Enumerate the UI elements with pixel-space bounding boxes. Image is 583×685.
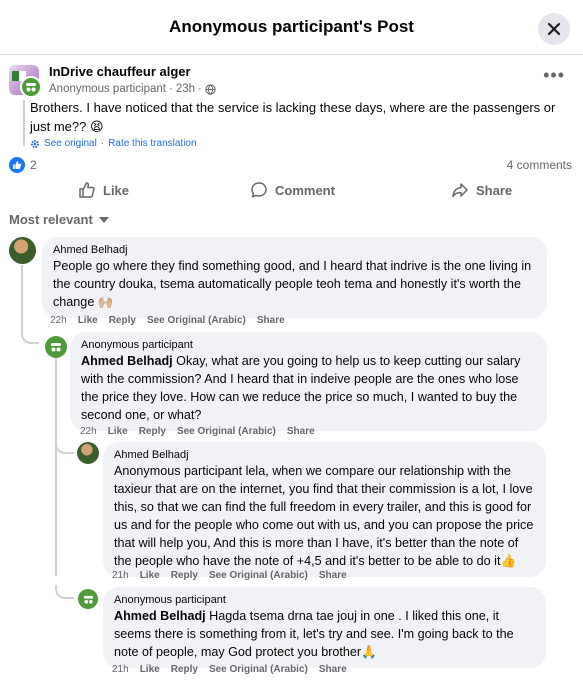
dialog-title: Anonymous participant's Post <box>169 17 414 36</box>
anonymous-avatar-icon <box>45 336 67 358</box>
like-count: 2 <box>30 158 37 172</box>
comment-mention[interactable]: Ahmed Belhadj <box>114 609 206 623</box>
comment-share-button[interactable]: Share <box>257 315 285 326</box>
share-button[interactable]: Share <box>451 179 512 201</box>
post-meta: Anonymous participant · 23h · <box>49 83 216 95</box>
thread-line-nested <box>55 356 57 576</box>
anonymous-avatar-icon <box>78 589 98 609</box>
comment-reply-button[interactable]: Reply <box>139 426 166 437</box>
comment-bubble: Ahmed Belhadj People go where they find … <box>42 237 547 318</box>
comment-see-original-button[interactable]: See Original (Arabic) <box>147 315 246 326</box>
post-time[interactable]: 23h <box>176 83 195 95</box>
comment-like-button[interactable]: Like <box>78 315 98 326</box>
close-icon <box>547 22 561 36</box>
comment-time[interactable]: 22h <box>80 426 97 437</box>
comment-bubble-icon <box>251 182 267 198</box>
comment-reply-button[interactable]: Reply <box>109 315 136 326</box>
comment-see-original-button[interactable]: See Original (Arabic) <box>209 570 308 581</box>
thumbs-up-icon <box>79 182 95 198</box>
translation-row: See original · Rate this translation <box>30 138 197 149</box>
gear-icon <box>31 139 39 148</box>
comment-see-original-button[interactable]: See Original (Arabic) <box>209 664 308 675</box>
comment-text: People go where they find something good… <box>53 259 532 309</box>
comment-actions: 22h Like Reply See Original (Arabic) Sha… <box>50 315 285 326</box>
post-actions-bar: Like Comment Share <box>0 176 583 204</box>
commenter-avatar[interactable] <box>77 442 99 464</box>
comment-bubble: Anonymous participant Ahmed Belhadj Hagd… <box>103 587 546 668</box>
comment-share-button[interactable]: Share <box>319 664 347 675</box>
comment-author[interactable]: Ahmed Belhadj <box>53 243 536 257</box>
commenter-avatar[interactable] <box>9 237 36 264</box>
comment-text: Ahmed Belhadj Hagda tsema drna tae jouj … <box>114 607 535 661</box>
comment-actions: 22h Like Reply See Original (Arabic) Sha… <box>80 426 315 437</box>
comment-like-button[interactable]: Like <box>108 426 128 437</box>
share-arrow-icon <box>452 183 468 198</box>
comment-button-label: Comment <box>275 182 335 198</box>
comment-share-button[interactable]: Share <box>319 570 347 581</box>
thread-connector-nested-2 <box>55 585 74 599</box>
see-original-link[interactable]: See original <box>44 138 97 149</box>
more-options-button[interactable]: ••• <box>543 66 565 84</box>
sort-label: Most relevant <box>9 212 93 227</box>
post-text: Brothers. I have noticed that the servic… <box>30 100 556 134</box>
caret-down-icon <box>98 216 109 223</box>
comment-text: Anonymous participant lela, when we comp… <box>114 464 534 568</box>
meta-separator-2: · <box>198 83 202 95</box>
comment-reply-button[interactable]: Reply <box>171 664 198 675</box>
like-button-label: Like <box>103 182 130 198</box>
comment-bubble: Anonymous participant Ahmed Belhadj Okay… <box>70 332 547 431</box>
group-name-link[interactable]: InDrive chauffeur alger <box>49 64 191 79</box>
comment-button[interactable]: Comment <box>250 179 335 201</box>
comment-author[interactable]: Anonymous participant <box>81 338 536 352</box>
comment-time[interactable]: 22h <box>50 315 67 326</box>
comment-author[interactable]: Anonymous participant <box>114 593 535 607</box>
comment-actions: 21h Like Reply See Original (Arabic) Sha… <box>112 570 347 581</box>
post-author[interactable]: Anonymous participant <box>49 83 166 95</box>
comment-see-original-button[interactable]: See Original (Arabic) <box>177 426 276 437</box>
comment-sort-dropdown[interactable]: Most relevant <box>9 212 109 227</box>
rate-translation-link[interactable]: Rate this translation <box>108 138 196 149</box>
comment-actions: 21h Like Reply See Original (Arabic) Sha… <box>112 664 347 675</box>
comment-share-button[interactable]: Share <box>287 426 315 437</box>
comment-time[interactable]: 21h <box>112 664 129 675</box>
anonymous-avatar-icon <box>20 76 42 98</box>
comment-like-button[interactable]: Like <box>140 664 160 675</box>
more-horizontal-icon: ••• <box>543 65 565 85</box>
thread-line <box>21 265 23 330</box>
comment-text: Ahmed Belhadj Okay, what are you going t… <box>81 352 536 424</box>
share-button-label: Share <box>476 182 513 198</box>
like-reaction-icon <box>9 157 25 173</box>
meta-separator: · <box>168 83 173 95</box>
comment-reply-button[interactable]: Reply <box>171 570 198 581</box>
post-text-divider <box>23 100 25 146</box>
comment-author[interactable]: Ahmed Belhadj <box>114 448 535 462</box>
reactions-summary[interactable]: 2 <box>9 157 37 173</box>
thread-connector-nested <box>55 442 74 454</box>
thread-connector <box>21 328 39 344</box>
comments-count-link[interactable]: 4 comments <box>507 158 572 172</box>
translate-separator: · <box>100 138 105 149</box>
comment-bubble: Ahmed Belhadj Anonymous participant lela… <box>103 442 546 577</box>
globe-icon <box>205 83 216 95</box>
comment-mention[interactable]: Ahmed Belhadj <box>81 354 173 368</box>
comment-like-button[interactable]: Like <box>140 570 160 581</box>
like-button[interactable]: Like <box>78 179 129 201</box>
dialog-header: Anonymous participant's Post <box>0 0 583 55</box>
close-button[interactable] <box>538 13 570 45</box>
comment-time[interactable]: 21h <box>112 570 129 581</box>
